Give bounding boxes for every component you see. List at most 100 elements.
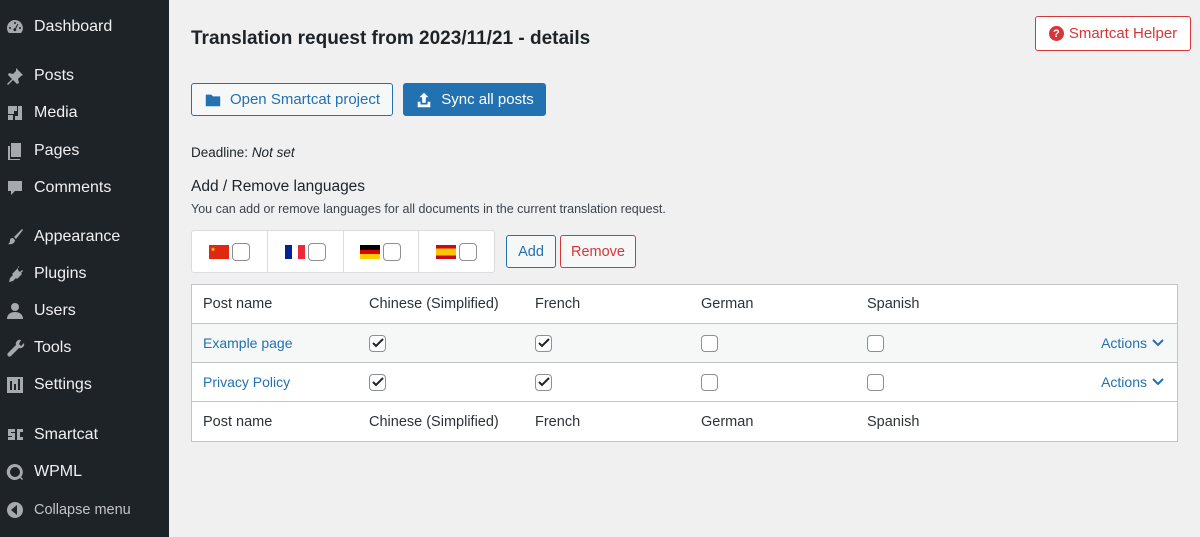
language-selector bbox=[191, 230, 495, 273]
wrench-icon bbox=[5, 338, 25, 358]
actions-dropdown[interactable]: Actions bbox=[1101, 363, 1165, 401]
checkmark-icon bbox=[371, 338, 384, 348]
column-footer: German bbox=[701, 413, 754, 430]
sidebar-item-label: Posts bbox=[34, 67, 75, 84]
post-name-link[interactable]: Privacy Policy bbox=[203, 363, 290, 401]
table-row: Example page Actions bbox=[192, 324, 1177, 363]
spanish-checkbox[interactable] bbox=[867, 334, 884, 352]
checkmark-icon bbox=[371, 377, 384, 387]
chinese-checkbox[interactable] bbox=[231, 242, 250, 261]
question-icon: ? bbox=[1048, 26, 1064, 41]
sidebar-item-plugins[interactable]: Plugins bbox=[0, 257, 169, 291]
column-header: Chinese (Simplified) bbox=[369, 296, 499, 312]
folder-icon bbox=[205, 94, 221, 106]
spanish-cell bbox=[867, 363, 884, 401]
sidebar-item-posts[interactable]: Posts bbox=[0, 59, 169, 93]
germany-flag-icon bbox=[360, 244, 381, 259]
column-header[interactable]: Post name bbox=[203, 285, 272, 323]
spanish-checkbox[interactable] bbox=[459, 242, 478, 261]
smartcat-helper-label: Smartcat Helper bbox=[1068, 25, 1178, 42]
german-cell bbox=[701, 324, 718, 362]
french-cell bbox=[535, 363, 552, 401]
sidebar-item-label: Users bbox=[34, 302, 76, 319]
open-smartcat-project-label: Open Smartcat project bbox=[229, 91, 381, 108]
language-option-spanish[interactable] bbox=[419, 231, 494, 272]
column-footer: Spanish bbox=[867, 413, 920, 430]
sidebar-item-wpml[interactable]: WPML bbox=[0, 455, 169, 489]
actions-label: Actions bbox=[1101, 374, 1147, 390]
language-option-french[interactable] bbox=[268, 231, 344, 272]
languages-section-description: You can add or remove languages for all … bbox=[191, 202, 666, 216]
chinese-cell bbox=[369, 324, 386, 362]
sidebar-item-pages[interactable]: Pages bbox=[0, 134, 169, 168]
german-checkbox[interactable] bbox=[383, 242, 402, 261]
main-content: Translation request from 2023/11/21 - de… bbox=[169, 0, 1200, 537]
settings-icon bbox=[5, 375, 25, 395]
deadline-label: Deadline: bbox=[191, 145, 249, 160]
german-checkbox[interactable] bbox=[701, 373, 718, 391]
sidebar-item-label: Plugins bbox=[34, 265, 87, 282]
wpml-icon bbox=[5, 462, 25, 482]
post-name-link[interactable]: Example page bbox=[203, 324, 293, 362]
german-checkbox[interactable] bbox=[701, 334, 718, 352]
chinese-checkbox[interactable] bbox=[369, 373, 386, 391]
upload-icon bbox=[417, 92, 431, 107]
collapse-menu-button[interactable]: Collapse menu bbox=[0, 493, 169, 527]
actions-dropdown[interactable]: Actions bbox=[1101, 324, 1165, 362]
sidebar-item-label: Appearance bbox=[34, 228, 121, 245]
add-language-button[interactable]: Add bbox=[506, 235, 556, 268]
actions-label: Actions bbox=[1101, 335, 1147, 351]
table-footer-row: Post name Chinese (Simplified) French Ge… bbox=[192, 402, 1177, 441]
sidebar-item-tools[interactable]: Tools bbox=[0, 331, 169, 365]
spanish-checkbox[interactable] bbox=[867, 373, 884, 391]
languages-section-title: Add / Remove languages bbox=[191, 178, 366, 195]
chinese-checkbox[interactable] bbox=[369, 334, 386, 352]
open-smartcat-project-button[interactable]: Open Smartcat project bbox=[191, 83, 393, 116]
sidebar-item-smartcat[interactable]: Smartcat bbox=[0, 418, 169, 452]
france-flag-icon bbox=[284, 244, 305, 259]
deadline-text: Deadline: Not set bbox=[191, 145, 295, 160]
sidebar-item-media[interactable]: Media bbox=[0, 96, 169, 130]
collapse-icon bbox=[5, 500, 25, 520]
german-cell bbox=[701, 363, 718, 401]
column-header: German bbox=[701, 296, 754, 312]
pages-icon bbox=[5, 141, 25, 161]
comment-icon bbox=[5, 178, 25, 198]
column-footer[interactable]: Post name bbox=[203, 402, 272, 441]
chevron-down-icon bbox=[1152, 339, 1164, 347]
checkmark-icon bbox=[537, 377, 550, 387]
sidebar-item-users[interactable]: Users bbox=[0, 294, 169, 328]
column-header: Spanish bbox=[867, 296, 920, 312]
plug-icon bbox=[5, 264, 25, 284]
brush-icon bbox=[5, 227, 25, 247]
french-checkbox[interactable] bbox=[535, 373, 552, 391]
table-row: Privacy Policy Actions bbox=[192, 363, 1177, 402]
language-option-chinese[interactable] bbox=[192, 231, 268, 272]
sidebar-item-label: Media bbox=[34, 104, 78, 121]
sidebar-item-dashboard[interactable]: Dashboard bbox=[0, 10, 169, 44]
spanish-cell bbox=[867, 324, 884, 362]
french-checkbox[interactable] bbox=[307, 242, 326, 261]
page-title: Translation request from 2023/11/21 - de… bbox=[191, 28, 591, 49]
language-option-german[interactable] bbox=[344, 231, 420, 272]
column-footer: Chinese (Simplified) bbox=[369, 413, 499, 430]
sync-all-posts-label: Sync all posts bbox=[441, 91, 534, 108]
sync-all-posts-button[interactable]: Sync all posts bbox=[403, 83, 546, 116]
remove-language-button[interactable]: Remove bbox=[560, 235, 636, 268]
sidebar-item-label: Comments bbox=[34, 179, 112, 196]
sidebar-item-settings[interactable]: Settings bbox=[0, 368, 169, 402]
chinese-cell bbox=[369, 363, 386, 401]
media-icon bbox=[5, 103, 25, 123]
posts-table: Post name Chinese (Simplified) French Ge… bbox=[191, 284, 1178, 442]
sidebar-item-label: Dashboard bbox=[34, 18, 113, 35]
french-checkbox[interactable] bbox=[535, 334, 552, 352]
sidebar-item-comments[interactable]: Comments bbox=[0, 171, 169, 205]
china-flag-icon bbox=[208, 244, 229, 259]
sidebar-item-appearance[interactable]: Appearance bbox=[0, 220, 169, 254]
pin-icon bbox=[5, 66, 25, 86]
smartcat-helper-button[interactable]: ? Smartcat Helper bbox=[1035, 16, 1191, 51]
sidebar-item-label: Tools bbox=[34, 339, 72, 356]
collapse-menu-label: Collapse menu bbox=[34, 502, 131, 518]
column-footer: French bbox=[535, 413, 581, 430]
user-icon bbox=[5, 301, 25, 321]
